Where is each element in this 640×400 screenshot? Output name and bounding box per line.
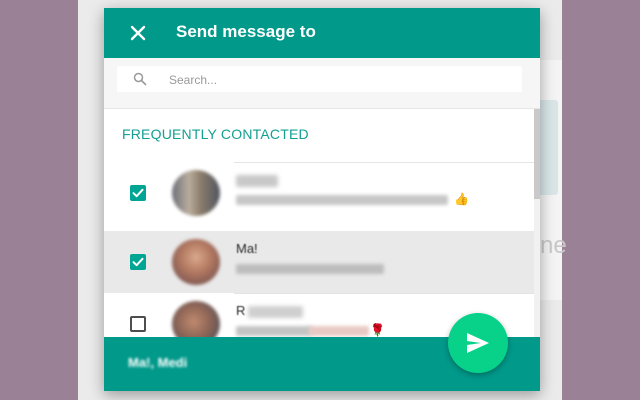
contact-status-redacted xyxy=(236,264,384,274)
check-icon xyxy=(132,188,144,198)
check-icon xyxy=(132,257,144,267)
contact-name: Ma! xyxy=(236,241,258,256)
row-divider xyxy=(234,293,534,294)
scroll-thumb[interactable] xyxy=(534,109,540,199)
search-icon xyxy=(133,72,147,86)
send-button[interactable] xyxy=(448,313,508,373)
contact-checkbox[interactable] xyxy=(130,254,146,270)
contact-status-redacted xyxy=(236,195,448,205)
search-bar xyxy=(104,58,540,109)
scrollbar[interactable] xyxy=(534,109,540,337)
search-input[interactable] xyxy=(167,69,511,91)
avatar xyxy=(172,239,220,285)
contact-status-redacted xyxy=(309,326,369,336)
contact-row[interactable]: 👍 xyxy=(104,162,534,224)
contact-list: FREQUENTLY CONTACTED 👍 Ma! R 🌹 xyxy=(104,109,540,337)
avatar xyxy=(172,301,220,337)
contact-name-redacted xyxy=(248,306,303,318)
contact-emoji: 🌹 xyxy=(370,323,385,337)
avatar xyxy=(172,170,220,216)
close-icon xyxy=(130,25,146,41)
contact-name: R xyxy=(236,303,246,318)
close-button[interactable] xyxy=(126,21,150,45)
background-text: ne xyxy=(540,232,567,259)
row-divider xyxy=(234,162,534,163)
send-icon xyxy=(467,333,489,353)
selected-contacts-text: Ma!, Medi xyxy=(128,355,188,370)
dialog-header: Send message to xyxy=(104,8,540,58)
contact-name-redacted xyxy=(236,175,278,187)
section-title: FREQUENTLY CONTACTED xyxy=(122,126,309,142)
contact-checkbox[interactable] xyxy=(130,185,146,201)
search-box[interactable] xyxy=(117,66,522,92)
contact-status-redacted xyxy=(236,326,312,336)
contact-row[interactable]: Ma! xyxy=(104,231,534,293)
dialog-title: Send message to xyxy=(176,22,316,41)
contact-checkbox[interactable] xyxy=(130,316,146,332)
contact-emoji: 👍 xyxy=(454,192,469,206)
